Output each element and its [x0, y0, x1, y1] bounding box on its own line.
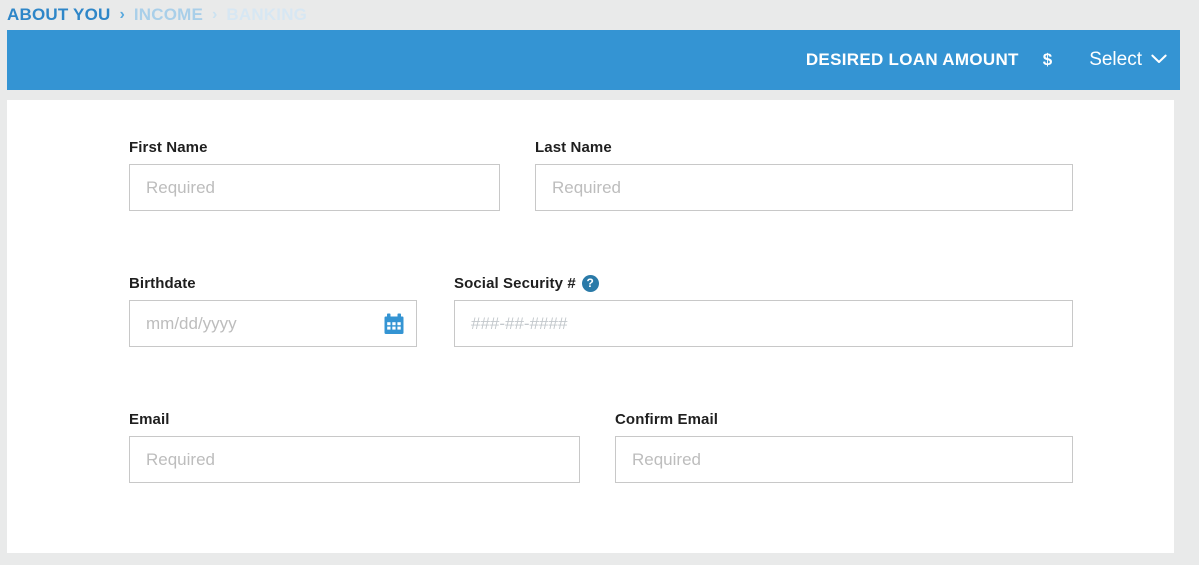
page-bottom-background — [0, 553, 1199, 565]
social-security-input[interactable] — [454, 300, 1073, 347]
email-field: Email — [129, 410, 580, 483]
desired-loan-amount-bar: DESIRED LOAN AMOUNT $ Select — [7, 30, 1180, 90]
social-security-field: Social Security # ? — [454, 274, 1073, 347]
birthdate-input[interactable] — [129, 300, 417, 347]
application-form-card: First Name Last Name Birthdate — [7, 100, 1174, 553]
email-input[interactable] — [129, 436, 580, 483]
last-name-field: Last Name — [535, 138, 1073, 211]
first-name-field: First Name — [129, 138, 500, 211]
first-name-label: First Name — [129, 139, 208, 156]
help-circle-icon[interactable]: ? — [581, 275, 599, 292]
birthdate-label: Birthdate — [129, 275, 196, 292]
first-name-input[interactable] — [129, 164, 500, 211]
confirm-email-field: Confirm Email — [615, 410, 1073, 483]
birthdate-field: Birthdate — [129, 274, 417, 347]
loan-application-page: ABOUT YOU › INCOME › BANKING DESIRED LOA… — [0, 0, 1199, 565]
breadcrumb-step-banking[interactable]: BANKING — [226, 5, 307, 25]
breadcrumb-step-income[interactable]: INCOME — [134, 5, 203, 25]
chevron-down-icon — [1151, 51, 1167, 69]
currency-symbol: $ — [1042, 50, 1053, 69]
loan-amount-select-label: Select — [1089, 49, 1142, 70]
breadcrumb-step-about-you[interactable]: ABOUT YOU — [7, 5, 111, 25]
loan-amount-select[interactable]: Select — [1089, 49, 1167, 71]
breadcrumb-separator-icon: › — [119, 6, 125, 23]
confirm-email-input[interactable] — [615, 436, 1073, 483]
last-name-label: Last Name — [535, 139, 612, 156]
social-security-label: Social Security # ? — [454, 274, 1073, 293]
email-label: Email — [129, 411, 170, 428]
social-security-label-text: Social Security # — [454, 275, 576, 292]
breadcrumb: ABOUT YOU › INCOME › BANKING — [7, 0, 307, 30]
last-name-input[interactable] — [535, 164, 1073, 211]
desired-loan-amount-label: DESIRED LOAN AMOUNT — [805, 50, 1019, 69]
breadcrumb-separator-icon: › — [212, 6, 218, 23]
calendar-icon[interactable] — [383, 313, 405, 335]
confirm-email-label: Confirm Email — [615, 411, 718, 428]
